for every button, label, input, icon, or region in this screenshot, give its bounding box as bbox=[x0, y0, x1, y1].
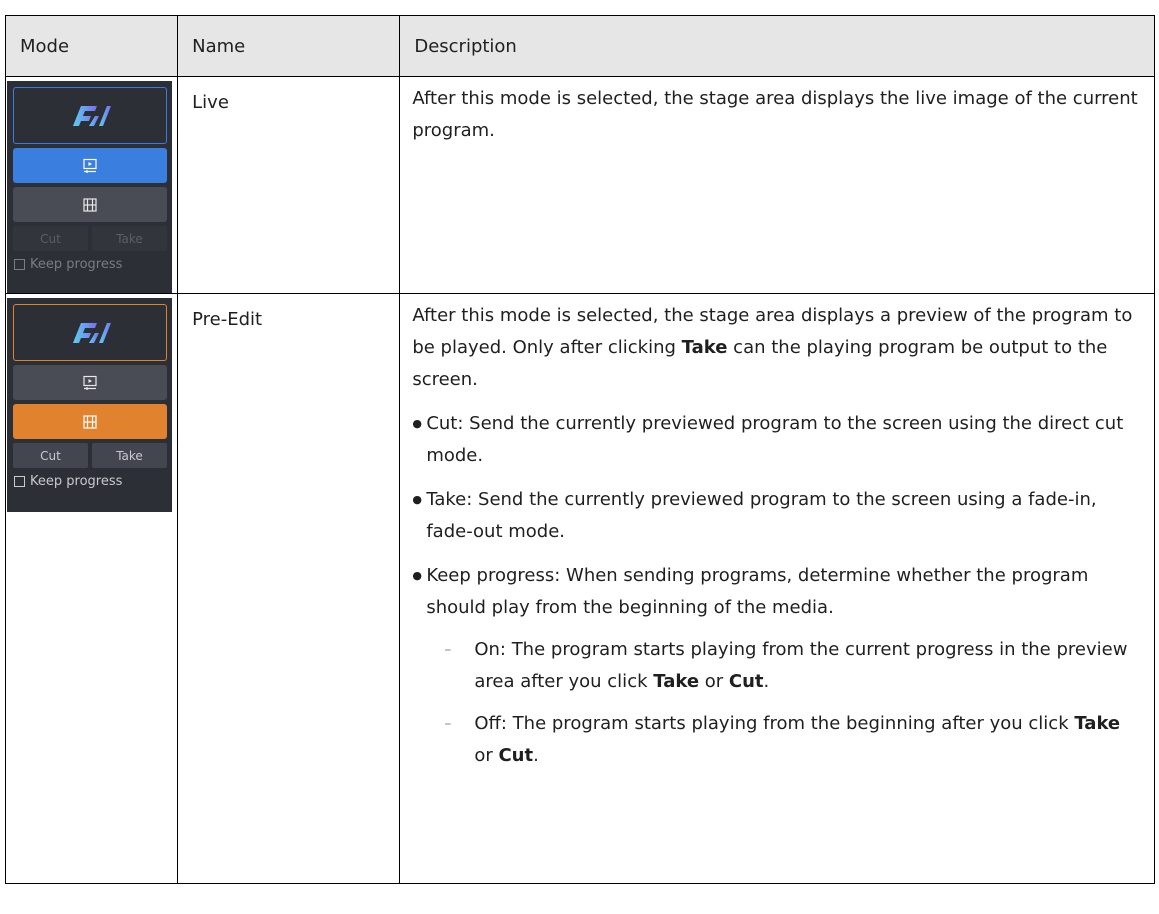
keep-progress-checkbox[interactable]: Keep progress bbox=[13, 257, 167, 272]
keep-progress-label: Keep progress bbox=[30, 474, 123, 489]
bullet-keep-progress: Keep progress: When sending programs, de… bbox=[412, 560, 1140, 772]
table-row-live: Cut Take Keep progress Live After this m… bbox=[4, 76, 1155, 294]
live-preview-button[interactable] bbox=[13, 365, 167, 400]
table-header-row: Mode Name Description bbox=[4, 15, 1155, 77]
nova-logo-icon bbox=[73, 322, 111, 343]
cut-button[interactable]: Cut bbox=[13, 443, 88, 468]
header-description: Description bbox=[399, 15, 1155, 77]
live-description: After this mode is selected, the stage a… bbox=[412, 88, 1138, 141]
film-edit-icon bbox=[83, 414, 97, 429]
sub-off-take: Take bbox=[1074, 713, 1121, 734]
pre-edit-mode-panel: Cut Take Keep progress bbox=[7, 298, 172, 512]
bullet-cut: Cut: Send the currently previewed progra… bbox=[412, 408, 1140, 472]
desc-cell-pre-edit: After this mode is selected, the stage a… bbox=[399, 293, 1155, 884]
keep-progress-label: Keep progress bbox=[30, 257, 123, 272]
cut-button[interactable]: Cut bbox=[13, 226, 88, 251]
keep-progress-sublist: On: The program starts playing from the … bbox=[426, 634, 1140, 772]
monitor-play-icon bbox=[83, 158, 97, 173]
table-row-pre-edit: Cut Take Keep progress Pre-Edit After th… bbox=[4, 293, 1155, 884]
checkbox-icon bbox=[14, 259, 25, 270]
sub-on-cut: Cut bbox=[728, 671, 764, 692]
sub-on-end: . bbox=[763, 671, 770, 692]
nova-logo-icon bbox=[73, 105, 111, 126]
sub-off-cut: Cut bbox=[498, 745, 534, 766]
mode-table: Mode Name Description Cut Take Keep prog… bbox=[4, 15, 1155, 884]
sub-on-take: Take bbox=[653, 671, 700, 692]
live-preview-button[interactable] bbox=[13, 148, 167, 183]
mode-cell-live: Cut Take Keep progress bbox=[4, 76, 179, 294]
name-cell-pre-edit: Pre-Edit bbox=[177, 293, 401, 884]
sub-on-mid: or bbox=[699, 671, 729, 692]
desc-cell-live: After this mode is selected, the stage a… bbox=[399, 76, 1155, 294]
sub-off-end: . bbox=[533, 745, 539, 766]
pre-edit-intro: After this mode is selected, the stage a… bbox=[412, 300, 1140, 396]
option-list: Cut: Send the currently previewed progra… bbox=[412, 408, 1140, 772]
sub-on: On: The program starts playing from the … bbox=[426, 634, 1140, 698]
keep-progress-checkbox[interactable]: Keep progress bbox=[13, 474, 167, 489]
checkbox-icon bbox=[14, 476, 25, 487]
sub-off-mid: or bbox=[474, 745, 499, 766]
take-button[interactable]: Take bbox=[92, 443, 167, 468]
header-mode: Mode bbox=[4, 15, 179, 77]
mode-cell-pre-edit: Cut Take Keep progress bbox=[4, 293, 179, 884]
film-edit-icon bbox=[83, 197, 97, 212]
sub-off-text: Off: The program starts playing from the… bbox=[474, 713, 1075, 734]
sub-on-text: On: The program starts playing from the … bbox=[474, 639, 1128, 692]
pre-edit-button[interactable] bbox=[13, 404, 167, 439]
logo-button[interactable] bbox=[13, 304, 167, 361]
logo-button[interactable] bbox=[13, 87, 167, 144]
sub-off: Off: The program starts playing from the… bbox=[426, 708, 1140, 772]
take-button[interactable]: Take bbox=[92, 226, 167, 251]
bullet-take: Take: Send the currently previewed progr… bbox=[412, 484, 1140, 548]
header-name: Name bbox=[177, 15, 401, 77]
pre-edit-button[interactable] bbox=[13, 187, 167, 222]
monitor-play-icon bbox=[83, 375, 97, 390]
live-mode-panel: Cut Take Keep progress bbox=[7, 81, 172, 293]
intro-take: Take bbox=[681, 337, 728, 358]
bullet-keep-progress-text: Keep progress: When sending programs, de… bbox=[426, 565, 1089, 618]
name-cell-live: Live bbox=[177, 76, 401, 294]
